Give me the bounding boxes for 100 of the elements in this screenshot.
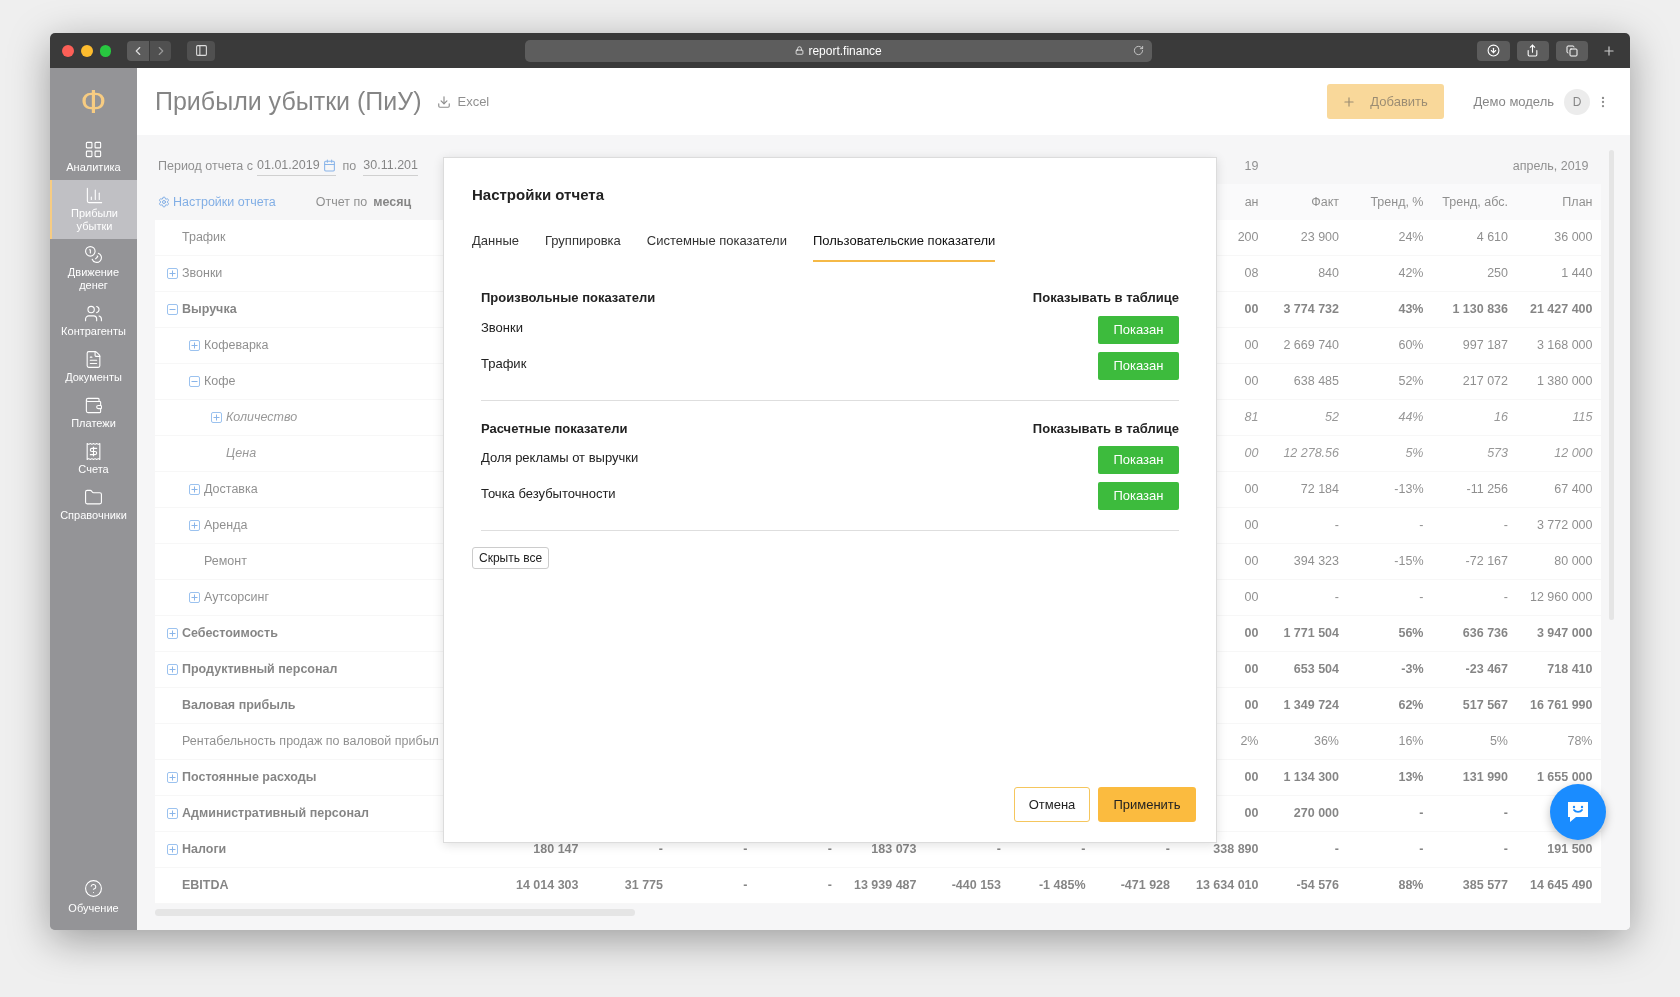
table-cell-text: 217 072 <box>1462 373 1508 391</box>
expand-icon[interactable] <box>189 520 200 531</box>
expand-icon[interactable] <box>189 484 200 495</box>
sidebar-label: Счета <box>77 463 110 476</box>
date-to-field[interactable]: 30.11.201 <box>363 156 418 176</box>
table-cell-text: -23 467 <box>1465 661 1508 679</box>
sidebar-item[interactable]: Контрагенты <box>50 298 137 344</box>
dialog-tab[interactable]: Системные показатели <box>646 230 787 262</box>
people-icon <box>84 304 103 323</box>
reload-icon[interactable] <box>1133 44 1145 56</box>
table-cell-text: 21 427 400 <box>1529 301 1593 319</box>
table-cell-text: - <box>1419 517 1424 535</box>
table-cell-text: 12 000 <box>1554 445 1593 463</box>
visibility-toggle[interactable]: Показан <box>1098 482 1179 510</box>
share-button[interactable] <box>1516 40 1549 61</box>
plus-icon <box>1342 94 1357 109</box>
table-cell-text: 16 761 990 <box>1529 697 1593 715</box>
sidebar-label: Движение денег <box>66 266 121 292</box>
receipt-icon <box>84 442 103 461</box>
sidebar-item[interactable]: Аналитика <box>50 134 137 180</box>
row-label: Звонки <box>182 265 223 283</box>
date-from-field[interactable]: 01.01.2019 <box>257 156 336 176</box>
table-cell-text: - <box>1503 841 1508 859</box>
table-cell-text: 52% <box>1398 373 1424 391</box>
collapse-icon[interactable] <box>189 376 200 387</box>
collapse-icon[interactable] <box>167 304 178 315</box>
sidebar-item[interactable]: Справочники <box>50 482 137 528</box>
table-cell-text: -3% <box>1401 661 1424 679</box>
dialog-tab[interactable]: Группировка <box>544 230 621 262</box>
column-header: Тренд, % <box>1370 193 1424 211</box>
table-cell-text: - <box>1334 841 1339 859</box>
table-cell-text: 131 990 <box>1462 769 1508 787</box>
table-cell-text: - <box>743 841 748 859</box>
share-icon <box>1526 44 1540 57</box>
column-header: Факт <box>1311 193 1339 211</box>
dialog-tab[interactable]: Данные <box>472 230 519 262</box>
table-cell-text: 517 567 <box>1462 697 1508 715</box>
table-cell-text: 1 134 300 <box>1283 769 1339 787</box>
month-header: 19 <box>1244 157 1259 175</box>
table-cell-text: - <box>1419 589 1424 607</box>
tabs-button[interactable] <box>1556 40 1589 61</box>
table-cell-text: 60% <box>1398 337 1424 355</box>
download-icon <box>437 94 452 109</box>
sidebar-item[interactable]: Счета <box>50 436 137 482</box>
hide-all-button[interactable]: Скрыть все <box>472 547 550 569</box>
expand-icon[interactable] <box>189 592 200 603</box>
close-window-icon[interactable] <box>62 44 74 57</box>
table-cell-text: 191 500 <box>1547 841 1593 859</box>
back-button[interactable] <box>127 40 149 61</box>
visibility-toggle[interactable]: Показан <box>1098 351 1179 380</box>
cancel-button[interactable]: Отмена <box>1014 787 1090 822</box>
expand-icon[interactable] <box>167 844 178 855</box>
sidebar-label: Контрагенты <box>60 325 127 338</box>
expand-icon[interactable] <box>167 628 178 639</box>
minimize-window-icon[interactable] <box>80 44 93 57</box>
dialog-tab[interactable]: Пользовательские показатели <box>812 230 996 262</box>
forward-button[interactable] <box>149 40 172 61</box>
apply-button[interactable]: Применить <box>1098 787 1196 822</box>
sidebar-item[interactable]: Движение денег <box>50 239 137 298</box>
table-cell-text: 1 380 000 <box>1536 373 1593 391</box>
expand-icon[interactable] <box>189 340 200 351</box>
downloads-button[interactable] <box>1477 40 1510 61</box>
table-cell-text: 00 <box>1244 805 1259 823</box>
sidebar-toggle-button[interactable] <box>187 40 215 61</box>
table-cell-text: 13 634 010 <box>1195 877 1259 895</box>
avatar[interactable]: D <box>1564 88 1590 115</box>
sidebar-item[interactable]: Документы <box>50 344 137 390</box>
add-button[interactable]: Добавить <box>1326 84 1444 119</box>
table-cell-text: 78% <box>1567 733 1593 751</box>
expand-icon[interactable] <box>167 664 178 675</box>
table-cell-text: 16% <box>1398 733 1424 751</box>
period-select[interactable]: месяц <box>373 192 412 212</box>
sidebar-item[interactable]: Платежи <box>50 390 137 436</box>
expand-icon[interactable] <box>167 268 178 279</box>
row-label: Количество <box>226 409 298 427</box>
report-settings-link[interactable]: Настройки отчета <box>158 192 276 212</box>
lock-icon <box>795 46 805 55</box>
zoom-window-icon[interactable] <box>99 44 112 57</box>
expand-icon[interactable] <box>167 808 178 819</box>
sidebar-item[interactable]: Прибыли убытки <box>50 180 137 239</box>
row-label: Продуктивный персонал <box>182 661 338 679</box>
table-cell-text: - <box>658 841 663 859</box>
indicator-label: Трафик <box>481 354 527 373</box>
excel-export-link[interactable]: Excel <box>437 91 490 112</box>
table-cell-text: 1 349 724 <box>1283 697 1339 715</box>
help-item[interactable]: Обучение <box>68 878 119 916</box>
expand-icon[interactable] <box>167 772 178 783</box>
logo[interactable]: Ф <box>80 68 107 134</box>
table-cell-text: 00 <box>1244 445 1259 463</box>
table-cell-text: 638 485 <box>1293 373 1339 391</box>
address-bar[interactable]: report.finance <box>524 39 1153 62</box>
table-cell-text: 67 400 <box>1554 481 1593 499</box>
table-cell-text: 36 000 <box>1554 229 1593 247</box>
visibility-toggle[interactable]: Показан <box>1098 446 1179 474</box>
expand-icon[interactable] <box>211 412 222 423</box>
period-label: Период отчета с <box>158 157 254 175</box>
visibility-toggle[interactable]: Показан <box>1098 315 1179 344</box>
chat-icon <box>1565 799 1591 825</box>
sidebar-label: Аналитика <box>65 161 122 174</box>
table-cell-text: 12 960 000 <box>1529 589 1593 607</box>
